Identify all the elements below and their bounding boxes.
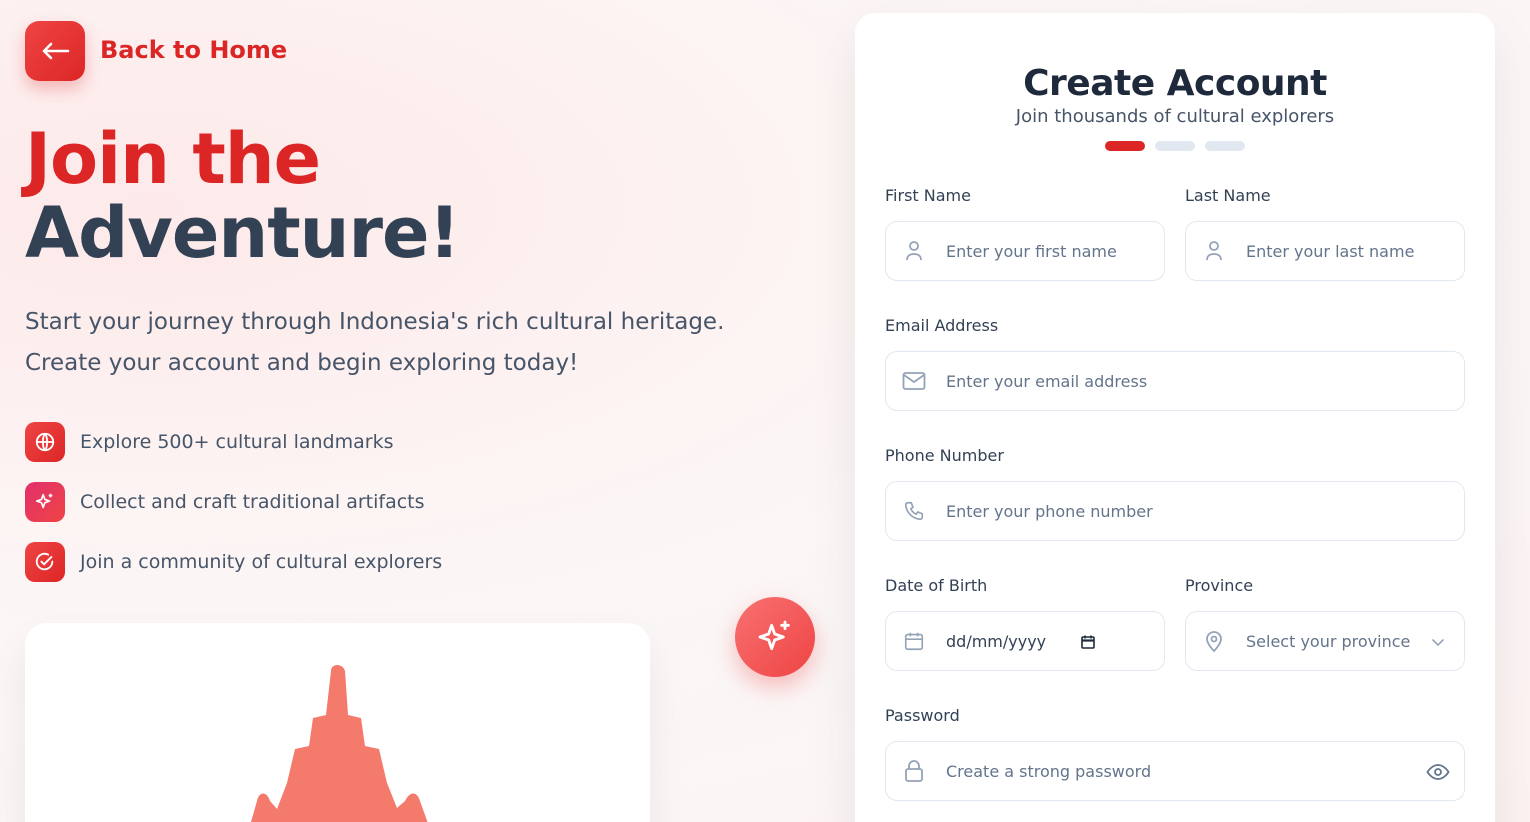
hero-title: Join the Adventure! xyxy=(25,118,460,274)
step-2 xyxy=(1155,141,1195,151)
feature-list: Explore 500+ cultural landmarks Collect … xyxy=(25,422,442,602)
last-name-label: Last Name xyxy=(1185,186,1271,205)
password-label: Password xyxy=(885,706,960,725)
back-to-home-link[interactable]: Back to Home xyxy=(100,36,287,64)
form-title: Create Account xyxy=(1023,63,1327,104)
eye-icon[interactable] xyxy=(1426,760,1450,784)
email-label: Email Address xyxy=(885,316,999,335)
feature-item: Collect and craft traditional artifacts xyxy=(25,482,442,522)
mail-icon xyxy=(902,369,926,393)
step-3 xyxy=(1205,141,1245,151)
email-placeholder: Enter your email address xyxy=(946,371,1148,391)
user-icon xyxy=(902,239,926,263)
hero-title-line2: Adventure! xyxy=(25,192,460,274)
step-1 xyxy=(1105,141,1145,151)
temple-illustration xyxy=(251,665,428,822)
phone-placeholder: Enter your phone number xyxy=(946,501,1153,521)
first-name-placeholder: Enter your first name xyxy=(946,241,1117,261)
dob-label: Date of Birth xyxy=(885,576,988,595)
feature-text: Collect and craft traditional artifacts xyxy=(80,491,425,513)
phone-input[interactable]: Enter your phone number xyxy=(885,481,1465,541)
feature-text: Join a community of cultural explorers xyxy=(80,551,443,573)
arrow-left-icon xyxy=(42,42,70,60)
last-name-placeholder: Enter your last name xyxy=(1246,241,1415,261)
phone-icon xyxy=(902,499,926,523)
step-indicator xyxy=(1105,141,1245,151)
province-select[interactable]: Select your province xyxy=(1185,611,1465,671)
temple-image-card xyxy=(25,623,650,822)
user-icon xyxy=(1202,239,1226,263)
back-button[interactable] xyxy=(25,21,85,81)
first-name-label: First Name xyxy=(885,186,971,205)
check-circle-icon xyxy=(25,542,65,582)
form-subtitle: Join thousands of cultural explorers xyxy=(1015,106,1335,127)
calendar-icon xyxy=(902,629,926,653)
feature-item: Join a community of cultural explorers xyxy=(25,542,442,582)
province-label: Province xyxy=(1185,576,1254,595)
email-input[interactable]: Enter your email address xyxy=(885,351,1465,411)
password-placeholder: Create a strong password xyxy=(946,761,1152,781)
last-name-input[interactable]: Enter your last name xyxy=(1185,221,1465,281)
hero-title-line1: Join the xyxy=(25,118,321,200)
globe-icon xyxy=(25,422,65,462)
password-input[interactable]: Create a strong password xyxy=(885,741,1465,801)
phone-label: Phone Number xyxy=(885,446,1004,465)
feature-item: Explore 500+ cultural landmarks xyxy=(25,422,442,462)
map-pin-icon xyxy=(1202,629,1226,653)
dob-value: dd/mm/yyyy xyxy=(946,631,1047,651)
date-picker-icon[interactable] xyxy=(1076,630,1100,654)
dob-input[interactable]: dd/mm/yyyy xyxy=(885,611,1165,671)
hero-description: Start your journey through Indonesia's r… xyxy=(25,309,725,376)
sparkles-icon xyxy=(25,482,65,522)
feature-text: Explore 500+ cultural landmarks xyxy=(80,431,394,453)
signup-form-card: Create Account Join thousands of cultura… xyxy=(855,13,1495,822)
sparkle-button[interactable] xyxy=(735,597,815,677)
chevron-down-icon xyxy=(1426,630,1450,654)
first-name-input[interactable]: Enter your first name xyxy=(885,221,1165,281)
sparkles-icon xyxy=(758,620,790,651)
province-placeholder: Select your province xyxy=(1246,631,1411,651)
lock-icon xyxy=(902,759,926,783)
